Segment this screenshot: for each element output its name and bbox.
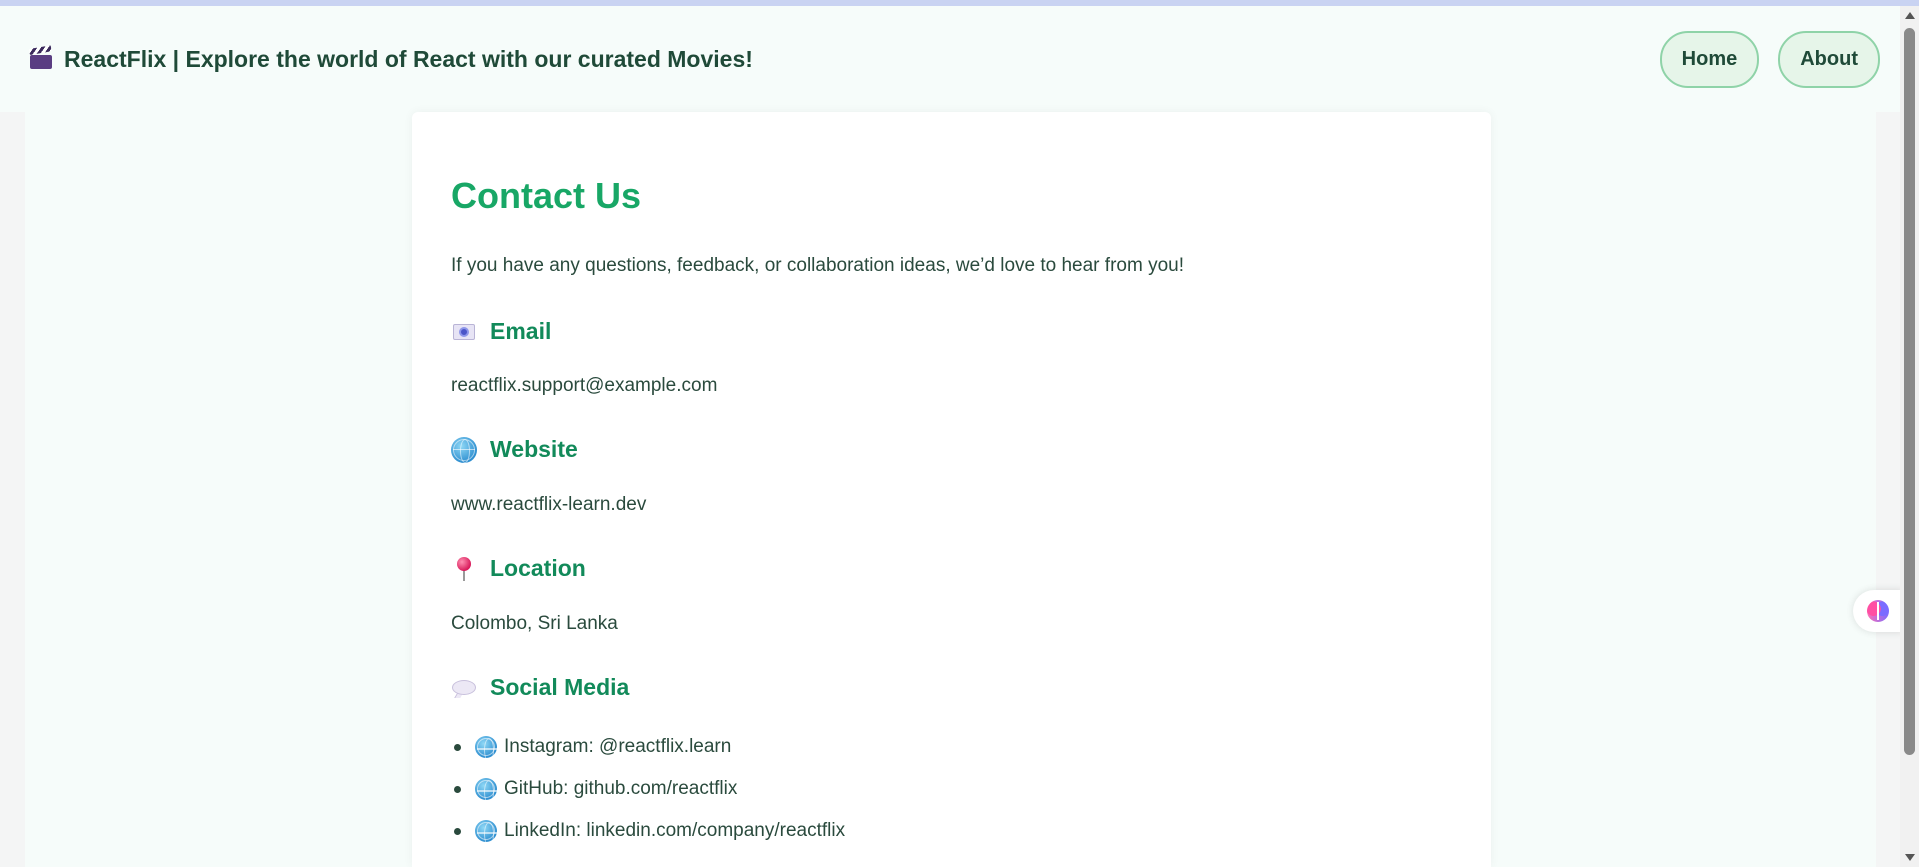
home-nav-button[interactable]: Home [1659,30,1760,88]
about-nav-button[interactable]: About [1778,30,1880,88]
email-heading-label: Email [490,318,552,344]
brain-icon [1867,600,1889,622]
globe-icon [475,778,499,804]
bullet [454,785,461,793]
social-heading: Social Media [451,674,629,701]
envelope-icon [451,319,477,345]
bullet [454,827,461,835]
globe-icon [451,436,477,463]
intro-text: If you have any questions, feedback, or … [451,255,1184,276]
list-item[interactable]: Instagram: @reactflix.learn [451,726,845,768]
scroll-up-arrow-icon[interactable] [1905,12,1915,19]
website-heading: Website [451,436,578,463]
social-instagram[interactable]: Instagram: @reactflix.learn [504,736,731,758]
location-value: Colombo, Sri Lanka [451,613,618,634]
main-nav: Home About [1659,30,1880,88]
list-item[interactable]: LinkedIn: linkedin.com/company/reactflix [451,810,845,852]
clapperboard-icon [28,45,52,69]
brand[interactable]: ReactFlix | Explore the world of React w… [28,45,753,73]
location-heading: Location [451,555,586,582]
website-value[interactable]: www.reactflix-learn.dev [451,494,646,516]
speech-bubble-icon [451,675,477,701]
globe-icon [475,736,499,762]
social-github[interactable]: GitHub: github.com/reactflix [504,778,737,800]
site-title: ReactFlix | Explore the world of React w… [64,45,753,72]
scroll-down-arrow-icon[interactable] [1905,854,1915,861]
scrollbar-thumb[interactable] [1904,28,1915,755]
email-heading: Email [451,318,551,345]
bullet [454,743,461,751]
email-value[interactable]: reactflix.support@example.com [451,375,717,397]
social-list: Instagram: @reactflix.learn GitHub: gith… [451,726,845,852]
pin-icon [451,556,477,582]
social-linkedin[interactable]: LinkedIn: linkedin.com/company/reactflix [504,820,845,842]
location-heading-label: Location [490,555,586,581]
page-title: Contact Us [451,175,642,216]
social-heading-label: Social Media [490,674,630,700]
assistant-widget[interactable] [1853,590,1903,632]
scrollbar[interactable] [1900,6,1919,867]
list-item[interactable]: GitHub: github.com/reactflix [451,768,845,810]
site-header: ReactFlix | Explore the world of React w… [0,6,1900,112]
website-heading-label: Website [490,436,578,462]
globe-icon [475,820,499,846]
